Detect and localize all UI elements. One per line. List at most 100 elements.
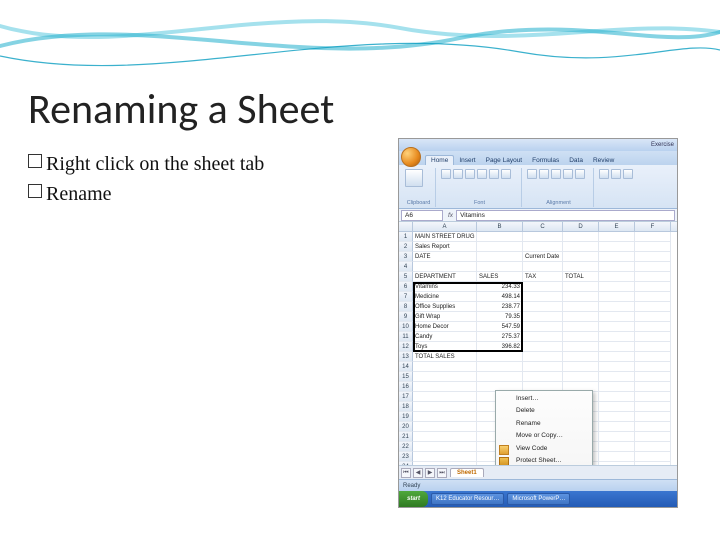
cell[interactable]: [599, 382, 635, 392]
cell[interactable]: [599, 412, 635, 422]
row-header[interactable]: 12: [399, 342, 413, 352]
row-header[interactable]: 15: [399, 372, 413, 382]
row-header[interactable]: 2: [399, 242, 413, 252]
cell[interactable]: [523, 262, 563, 272]
cell[interactable]: [523, 322, 563, 332]
sheet-nav-prev[interactable]: ◀: [413, 468, 423, 478]
fill-color-icon[interactable]: [489, 169, 499, 179]
taskbar-item[interactable]: Microsoft PowerP…: [507, 493, 570, 505]
col-header[interactable]: C: [523, 222, 563, 231]
cell[interactable]: [523, 342, 563, 352]
cell[interactable]: [635, 402, 671, 412]
ctx-move-copy[interactable]: Move or Copy…: [496, 430, 592, 442]
row-header[interactable]: 7: [399, 292, 413, 302]
cell[interactable]: [599, 232, 635, 242]
cell[interactable]: [413, 432, 477, 442]
cell[interactable]: 238.77: [477, 302, 523, 312]
cell[interactable]: [635, 462, 671, 465]
cell[interactable]: 234.33: [477, 282, 523, 292]
cell[interactable]: [635, 382, 671, 392]
cell[interactable]: [563, 312, 599, 322]
row-header[interactable]: 3: [399, 252, 413, 262]
cells-icon[interactable]: [623, 169, 633, 179]
row-header[interactable]: 14: [399, 362, 413, 372]
italic-icon[interactable]: [453, 169, 463, 179]
row-header[interactable]: 1: [399, 232, 413, 242]
cell[interactable]: [523, 362, 563, 372]
row-header[interactable]: 20: [399, 422, 413, 432]
taskbar-item[interactable]: K12 Educator Resour…: [431, 493, 504, 505]
cell[interactable]: [413, 442, 477, 452]
cell[interactable]: [599, 282, 635, 292]
cell[interactable]: MAIN STREET DRUG STORE: [413, 232, 477, 242]
cell[interactable]: [635, 452, 671, 462]
cell[interactable]: [523, 312, 563, 322]
cell[interactable]: [635, 302, 671, 312]
sheet-nav-first[interactable]: ⏮: [401, 468, 411, 478]
ctx-rename[interactable]: Rename: [496, 418, 592, 430]
cell[interactable]: [599, 372, 635, 382]
cell[interactable]: [477, 372, 523, 382]
ribbon-tab-data[interactable]: Data: [564, 156, 588, 165]
ribbon-tab-page-layout[interactable]: Page Layout: [481, 156, 528, 165]
cell[interactable]: [599, 242, 635, 252]
cell[interactable]: Candy: [413, 332, 477, 342]
cell[interactable]: [635, 422, 671, 432]
select-all-corner[interactable]: [399, 222, 413, 231]
cell[interactable]: [599, 462, 635, 465]
cell[interactable]: [599, 362, 635, 372]
cell[interactable]: [563, 372, 599, 382]
office-button[interactable]: [401, 147, 421, 167]
row-header[interactable]: 24: [399, 462, 413, 465]
cell[interactable]: [477, 242, 523, 252]
ribbon-tab-home[interactable]: Home: [425, 155, 454, 165]
cell[interactable]: [635, 232, 671, 242]
cell[interactable]: [477, 252, 523, 262]
row-header[interactable]: 23: [399, 452, 413, 462]
row-header[interactable]: 10: [399, 322, 413, 332]
cell[interactable]: [413, 392, 477, 402]
cell[interactable]: [599, 452, 635, 462]
cell[interactable]: [563, 262, 599, 272]
cell[interactable]: [635, 242, 671, 252]
cell[interactable]: [635, 322, 671, 332]
cell[interactable]: TOTAL SALES: [413, 352, 477, 362]
col-header[interactable]: A: [413, 222, 477, 231]
cell[interactable]: [413, 412, 477, 422]
cell[interactable]: [563, 282, 599, 292]
row-header[interactable]: 16: [399, 382, 413, 392]
cell[interactable]: [599, 252, 635, 262]
wrap-text-icon[interactable]: [563, 169, 573, 179]
row-header[interactable]: 5: [399, 272, 413, 282]
paste-icon[interactable]: [405, 169, 423, 187]
cell[interactable]: [635, 342, 671, 352]
ribbon-tab-review[interactable]: Review: [588, 156, 619, 165]
cell[interactable]: [563, 232, 599, 242]
cell[interactable]: [599, 312, 635, 322]
cell[interactable]: [599, 402, 635, 412]
col-header[interactable]: E: [599, 222, 635, 231]
cell[interactable]: [477, 232, 523, 242]
col-header[interactable]: F: [635, 222, 671, 231]
cell[interactable]: [563, 292, 599, 302]
cell[interactable]: [599, 432, 635, 442]
cell[interactable]: [523, 242, 563, 252]
underline-icon[interactable]: [465, 169, 475, 179]
ribbon-tab-insert[interactable]: Insert: [454, 156, 480, 165]
cell[interactable]: [563, 332, 599, 342]
border-icon[interactable]: [477, 169, 487, 179]
name-box[interactable]: A6: [401, 210, 443, 221]
sheet-tab[interactable]: Sheet1: [450, 468, 484, 477]
cell[interactable]: [635, 272, 671, 282]
cell[interactable]: 396.82: [477, 342, 523, 352]
cell[interactable]: Home Decor: [413, 322, 477, 332]
cell[interactable]: [563, 242, 599, 252]
cell[interactable]: [477, 352, 523, 362]
cell[interactable]: [635, 282, 671, 292]
cell[interactable]: Vitamins: [413, 282, 477, 292]
align-right-icon[interactable]: [551, 169, 561, 179]
cell[interactable]: [599, 442, 635, 452]
cell[interactable]: 547.59: [477, 322, 523, 332]
sheet-nav-next[interactable]: ▶: [425, 468, 435, 478]
row-header[interactable]: 13: [399, 352, 413, 362]
